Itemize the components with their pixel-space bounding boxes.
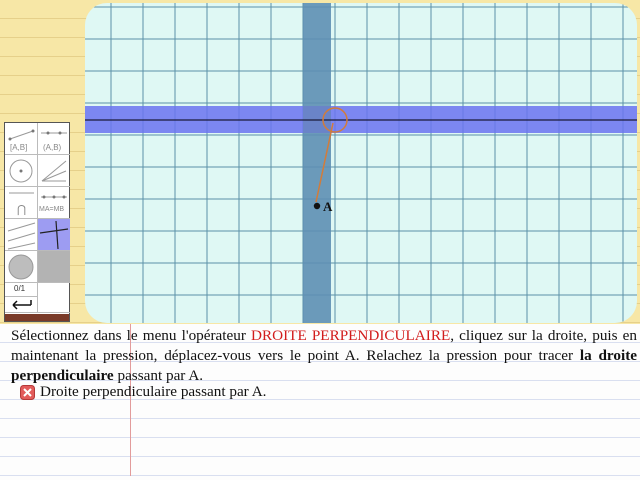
line-label: (A,B): [43, 143, 62, 152]
tool-gray-swatch[interactable]: [38, 251, 70, 283]
geometry-canvas[interactable]: A: [85, 3, 637, 323]
tool-arc[interactable]: ⋂: [5, 187, 38, 219]
tool-circle[interactable]: [5, 155, 38, 187]
segment-label: [A,B]: [10, 143, 28, 152]
tool-perpendicular-line[interactable]: [38, 219, 70, 251]
toolbar-footer: [5, 314, 69, 321]
counter-cell: 0/1: [5, 283, 38, 297]
tool-line[interactable]: (A,B): [38, 123, 70, 155]
tool-rays[interactable]: [38, 155, 70, 187]
task-label: Droite perpendiculaire passant par A.: [40, 383, 267, 400]
parallel-icon: [7, 222, 36, 250]
circle-icon: [9, 159, 33, 183]
tool-palette: [A,B] (A,B) ⋂ MA=MB 0/1: [4, 122, 70, 322]
filled-disc-icon: [8, 254, 34, 280]
counter-label: 0/1: [14, 284, 26, 293]
rays-icon: [41, 160, 67, 182]
instruction-text: Sélectionnez dans le menu l'opérateur DR…: [11, 326, 637, 386]
midpoint-label: MA=MB: [39, 206, 65, 213]
tool-fill[interactable]: [5, 251, 38, 283]
tool-midpoint[interactable]: MA=MB: [38, 187, 70, 219]
instruction-part3: passant par A.: [113, 367, 204, 384]
empty-cell: [38, 283, 70, 313]
operator-name: DROITE PERPENDICULAIRE: [251, 327, 451, 344]
perpendicular-icon: [39, 220, 69, 250]
tool-segment[interactable]: [A,B]: [5, 123, 38, 155]
grid-svg: A: [85, 3, 637, 323]
perpendicular-band: [303, 3, 331, 323]
midpoint-icon: [41, 195, 67, 199]
point-a[interactable]: [313, 202, 321, 210]
tool-parallel[interactable]: [5, 219, 38, 251]
undo-arrow-icon: [12, 300, 32, 310]
arc-label: ⋂: [17, 204, 27, 216]
task-item: Droite perpendiculaire passant par A.: [20, 383, 266, 401]
undo-button[interactable]: [5, 297, 38, 313]
instruction-part1: Sélectionnez dans le menu l'opérateur: [11, 327, 252, 344]
point-a-label: A: [323, 199, 333, 214]
failed-status-icon: [20, 384, 35, 400]
